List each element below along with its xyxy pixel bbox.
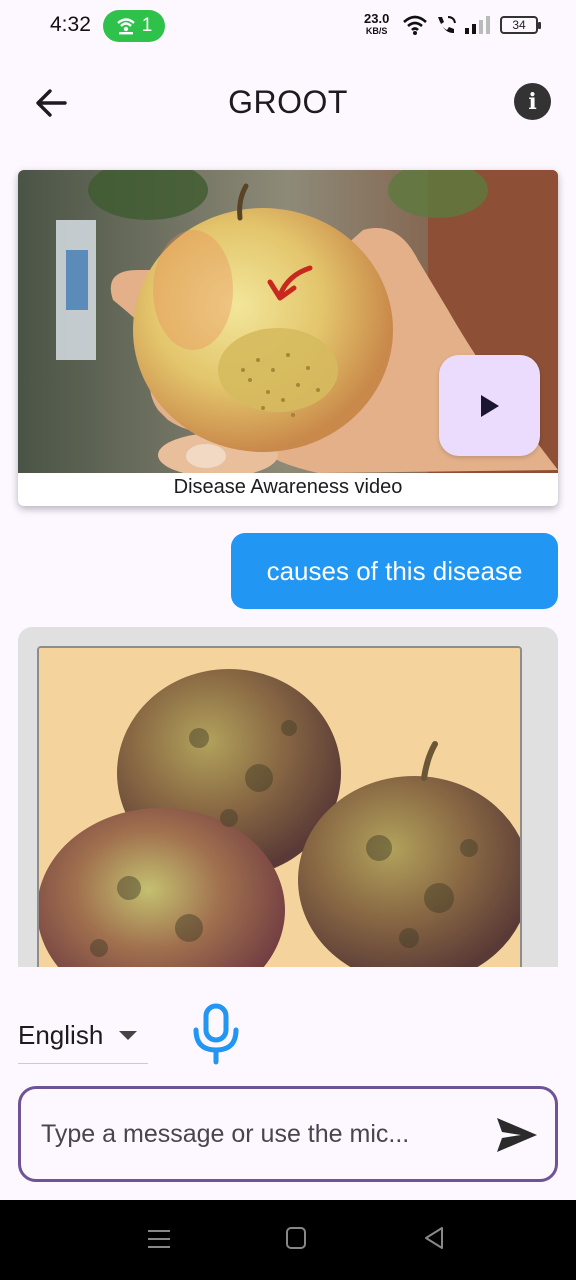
system-navigation-bar	[0, 1200, 576, 1280]
diseased-apples-image	[39, 648, 520, 967]
language-dropdown[interactable]: English	[18, 1008, 148, 1064]
hotspot-icon	[116, 18, 135, 35]
user-message-text: causes of this disease	[266, 555, 523, 586]
bot-message-image[interactable]	[37, 646, 522, 967]
wifi-calling-icon	[438, 16, 456, 34]
play-button[interactable]	[439, 355, 540, 456]
video-caption: Disease Awareness video	[173, 476, 403, 498]
info-icon: i	[528, 88, 537, 115]
message-composer	[18, 1086, 558, 1182]
play-icon	[480, 394, 499, 417]
send-button[interactable]	[495, 1116, 539, 1154]
info-button[interactable]: i	[514, 83, 551, 120]
network-speed-unit: KB/S	[365, 26, 388, 36]
app-bar: GROOT i	[0, 60, 576, 144]
mic-icon	[193, 1003, 239, 1065]
hotspot-indicator: 1	[103, 10, 165, 42]
video-message-card[interactable]: Disease Awareness video	[18, 170, 558, 506]
bot-message-card	[18, 627, 558, 967]
dropdown-arrow-icon	[119, 1031, 138, 1040]
wifi-icon	[403, 15, 427, 35]
mic-button[interactable]	[190, 1002, 242, 1066]
hotspot-count: 1	[141, 15, 153, 36]
status-bar: 4:32 1 23.0 KB/S 34	[0, 0, 576, 52]
language-selected-value: English	[18, 1020, 104, 1050]
battery-level: 34	[512, 18, 526, 32]
signal-icon	[465, 16, 490, 34]
page-title: GROOT	[228, 84, 348, 120]
network-speed: 23.0 KB/S	[364, 11, 390, 37]
menu-icon[interactable]	[146, 1226, 172, 1252]
send-icon	[497, 1118, 537, 1152]
battery-indicator: 34	[500, 16, 541, 34]
user-message-bubble: causes of this disease	[231, 533, 558, 609]
network-speed-value: 23.0	[364, 11, 390, 26]
back-nav-icon[interactable]	[423, 1226, 445, 1250]
message-input[interactable]	[41, 1101, 481, 1167]
status-time: 4:32	[50, 13, 91, 36]
home-icon[interactable]	[285, 1226, 307, 1250]
